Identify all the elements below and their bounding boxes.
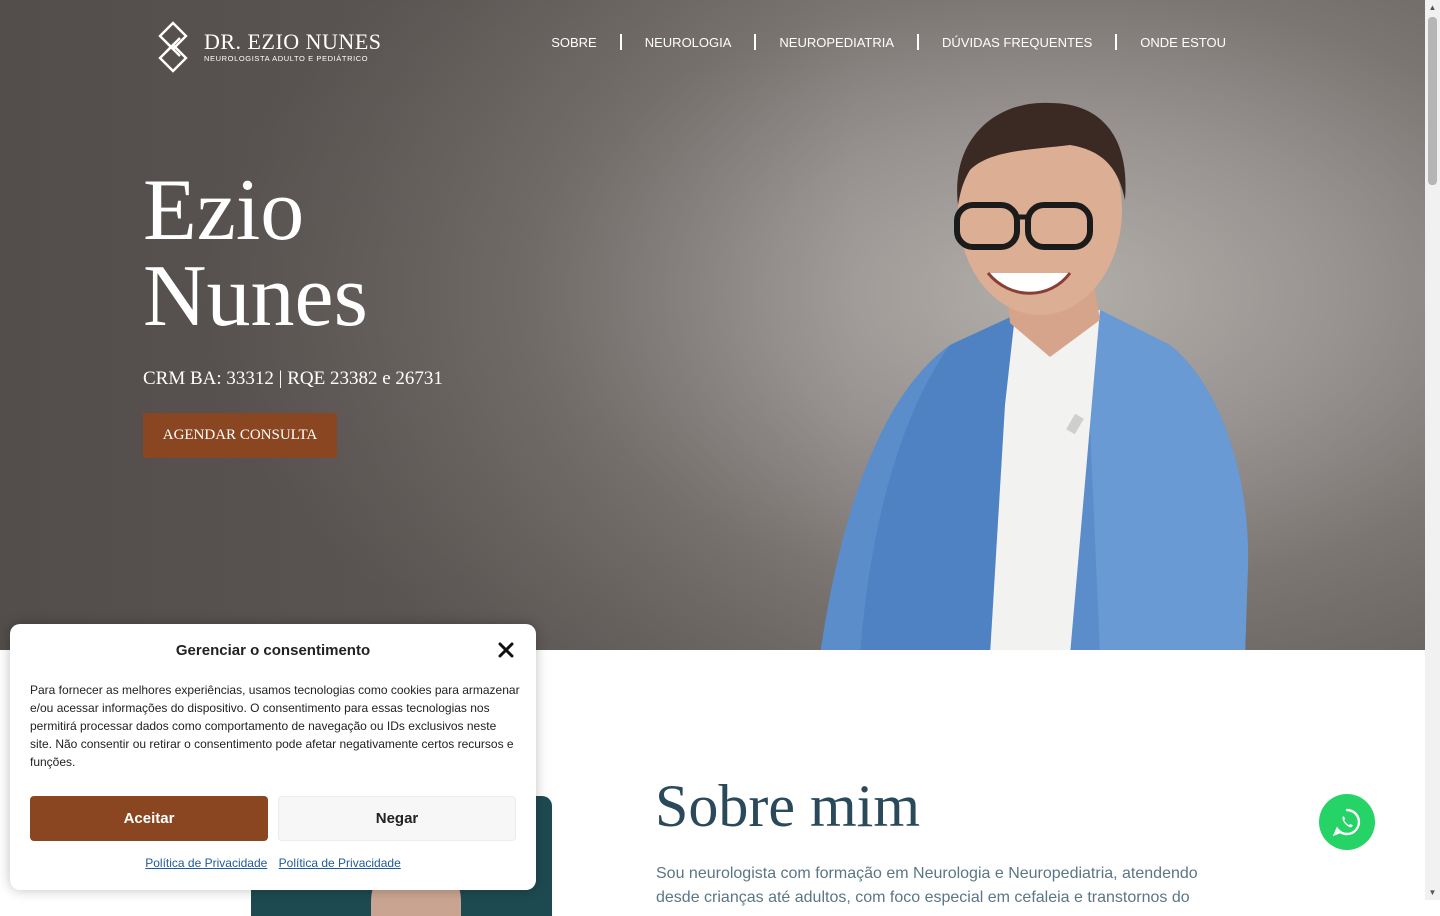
deny-button[interactable]: Negar bbox=[278, 796, 516, 841]
doctor-portrait bbox=[820, 102, 1249, 650]
consent-text: Para fornecer as melhores experiências, … bbox=[30, 683, 520, 769]
hero-first-name: Ezio bbox=[143, 162, 305, 259]
nav-item-neurologia[interactable]: NEUROLOGIA bbox=[622, 35, 755, 50]
consent-links: Política de Privacidade Política de Priv… bbox=[10, 856, 536, 870]
about-title: Sobre mim bbox=[655, 773, 920, 839]
nav-item-neuropediatria[interactable]: NEUROPEDIATRIA bbox=[756, 35, 917, 50]
whatsapp-icon bbox=[1332, 808, 1361, 837]
page-scrollbar[interactable]: ▲ ▼ bbox=[1425, 0, 1440, 900]
main-nav: SOBRE NEUROLOGIA NEUROPEDIATRIA DÚVIDAS … bbox=[528, 34, 1249, 50]
site-logo[interactable]: DR. EZIO NUNES NEUROLOGISTA ADULTO E PED… bbox=[152, 20, 382, 74]
consent-close-button[interactable] bbox=[496, 640, 516, 660]
scrollbar-thumb[interactable] bbox=[1428, 17, 1437, 185]
schedule-appointment-button[interactable]: AGENDAR CONSULTA bbox=[143, 413, 337, 458]
logo-tagline: NEUROLOGISTA ADULTO E PEDIÁTRICO bbox=[204, 54, 369, 63]
hero-last-name: Nunes bbox=[143, 248, 368, 345]
whatsapp-button[interactable] bbox=[1319, 794, 1375, 850]
nav-item-duvidas-frequentes[interactable]: DÚVIDAS FREQUENTES bbox=[919, 35, 1115, 50]
accept-button[interactable]: Aceitar bbox=[30, 796, 268, 841]
cookie-consent-dialog: Gerenciar o consentimento Para fornecer … bbox=[10, 624, 536, 890]
nav-item-sobre[interactable]: SOBRE bbox=[528, 35, 620, 50]
hero-title: Ezio Nunes bbox=[143, 167, 368, 341]
privacy-policy-link[interactable]: Política de Privacidade bbox=[279, 856, 401, 870]
scroll-up-arrow-icon[interactable]: ▲ bbox=[1425, 0, 1440, 15]
logo-name: DR. EZIO NUNES bbox=[204, 29, 382, 54]
hero-credentials: CRM BA: 33312 | RQE 23382 e 26731 bbox=[143, 368, 443, 389]
privacy-policy-link[interactable]: Política de Privacidade bbox=[145, 856, 267, 870]
consent-title: Gerenciar o consentimento bbox=[175, 642, 371, 659]
knot-logo-icon bbox=[158, 21, 188, 73]
scroll-down-arrow-icon[interactable]: ▼ bbox=[1425, 885, 1440, 900]
close-icon bbox=[498, 642, 514, 658]
nav-item-onde-estou[interactable]: ONDE ESTOU bbox=[1117, 35, 1249, 50]
hero-section: DR. EZIO NUNES NEUROLOGISTA ADULTO E PED… bbox=[0, 0, 1425, 650]
about-text: Sou neurologista com formação em Neurolo… bbox=[656, 865, 1198, 906]
